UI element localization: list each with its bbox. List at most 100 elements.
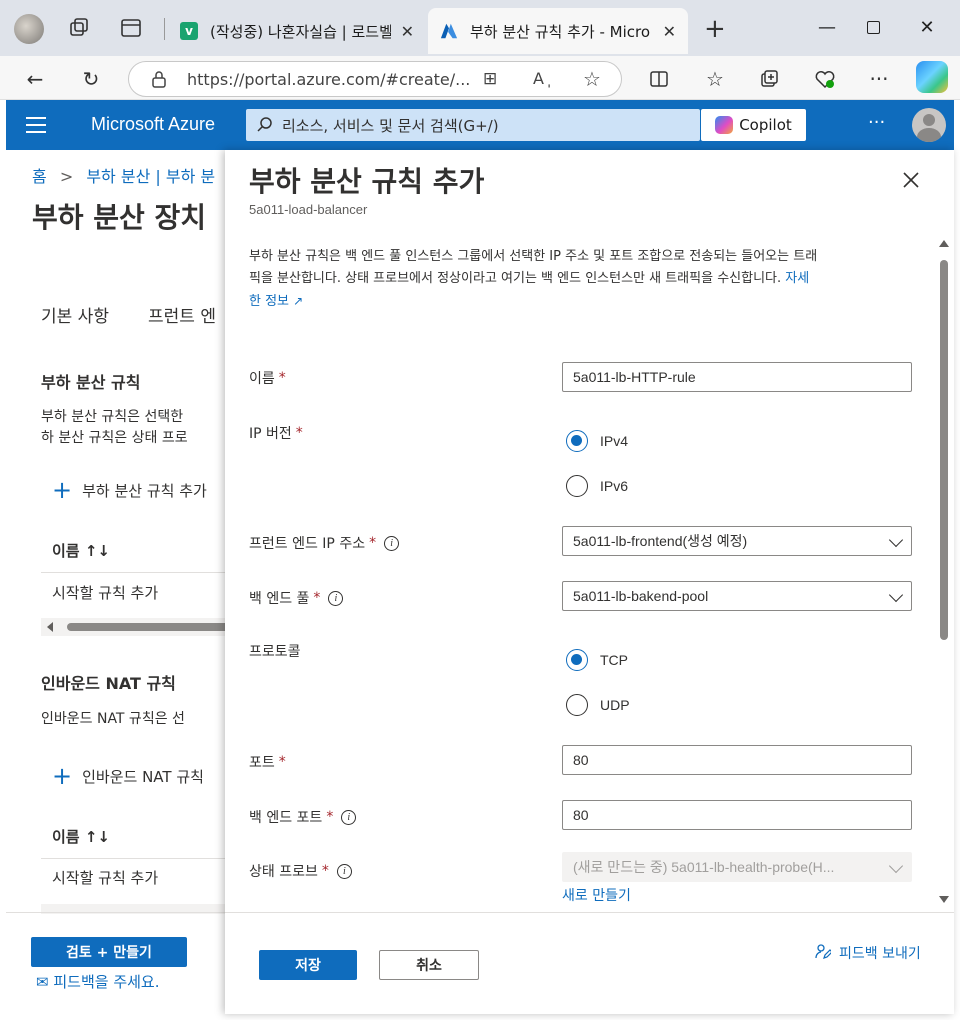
page-title: 부하 분산 장치	[32, 201, 207, 234]
close-window-icon[interactable]: ✕	[904, 12, 950, 42]
info-icon[interactable]: i	[328, 590, 344, 606]
close-icon[interactable]	[901, 170, 921, 190]
cancel-button[interactable]: 취소	[379, 950, 479, 980]
maximize-icon[interactable]	[850, 12, 896, 42]
column-header-name[interactable]: 이름 ↑↓	[52, 826, 110, 847]
tab-basics[interactable]: 기본 사항	[41, 302, 109, 327]
browser-tab-bar: v (작성중) 나혼자실습 | 로드벨 ✕ 부하 분산 규칙 추가 - Micr…	[0, 0, 960, 56]
search-placeholder: 리소스, 서비스 및 문서 검색(G+/)	[282, 116, 499, 135]
refresh-icon[interactable]: ↻	[76, 64, 106, 94]
column-header-name[interactable]: 이름 ↑↓	[52, 540, 110, 561]
more-menu-icon[interactable]: ···	[864, 64, 894, 94]
health-probe-dropdown[interactable]: (새로 만드는 중) 5a011-lb-health-probe(H...	[562, 852, 912, 882]
save-button[interactable]: 저장	[259, 950, 357, 980]
backend-port-input[interactable]: 80	[562, 800, 912, 830]
name-label: 이름 *	[249, 368, 286, 388]
review-create-button[interactable]: 검토 + 만들기	[31, 937, 187, 967]
add-lb-rule-label: 부하 분산 규칙 추가	[82, 481, 207, 500]
scroll-down-icon[interactable]	[939, 896, 949, 903]
browser-tab-2[interactable]: 부하 분산 규칙 추가 - Micro ✕	[428, 8, 688, 54]
learn-more-link[interactable]: 한 정보	[249, 294, 289, 309]
info-icon[interactable]: i	[384, 535, 400, 551]
radio-button[interactable]	[566, 475, 588, 497]
browser-essentials-icon[interactable]	[810, 64, 840, 94]
chevron-down-icon	[888, 532, 904, 548]
section-heading: 인바운드 NAT 규칙	[41, 674, 176, 693]
backend-port-label: 백 엔드 포트 * i	[249, 807, 357, 827]
send-feedback-link[interactable]: 피드백 보내기	[815, 943, 921, 963]
more-options-icon[interactable]: ···	[868, 112, 885, 133]
panel-title: 부하 분산 규칙 추가	[249, 165, 485, 198]
backend-pool-label: 백 엔드 풀 * i	[249, 588, 344, 608]
add-lb-rule-button[interactable]: + 부하 분산 규칙 추가	[52, 476, 207, 504]
back-icon[interactable]: ←	[20, 64, 50, 94]
url-field[interactable]: https://portal.azure.com/#create/... ⊞ A…	[128, 61, 622, 97]
azure-brand[interactable]: Microsoft Azure	[91, 114, 215, 135]
profile-avatar[interactable]	[14, 14, 44, 44]
azure-favicon-icon	[440, 22, 458, 40]
divider	[41, 858, 226, 859]
chevron-down-icon	[888, 858, 904, 874]
global-search-input[interactable]: 리소스, 서비스 및 문서 검색(G+/)	[246, 109, 700, 141]
learn-more-link[interactable]: 자세	[785, 271, 809, 286]
radio-button[interactable]	[566, 694, 588, 716]
copilot-icon	[715, 116, 734, 134]
browser-tab-1[interactable]: v (작성중) 나혼자실습 | 로드벨 ✕	[168, 8, 426, 54]
info-icon[interactable]: i	[336, 863, 352, 879]
close-tab-icon[interactable]: ✕	[663, 22, 676, 41]
backend-port-value: 80	[573, 807, 589, 823]
tab-frontend[interactable]: 프런트 엔	[148, 302, 216, 327]
favorites-icon[interactable]: ☆	[700, 64, 730, 94]
radio-tcp[interactable]: TCP	[566, 649, 628, 671]
hamburger-menu-icon[interactable]	[26, 117, 46, 133]
section-desc: 부하 분산 규칙은 선택한	[41, 409, 184, 425]
user-avatar[interactable]	[912, 108, 946, 142]
radio-button-selected[interactable]	[566, 430, 588, 452]
radio-tcp-label: TCP	[600, 652, 628, 668]
backend-pool-dropdown[interactable]: 5a011-lb-bakend-pool	[562, 581, 912, 611]
minimize-icon[interactable]: —	[804, 12, 850, 42]
add-nat-rule-button[interactable]: + 인바운드 NAT 규칙	[52, 762, 204, 790]
radio-ipv4-label: IPv4	[600, 433, 629, 449]
table-row: 시작할 규칙 추가	[52, 869, 159, 887]
tab-actions-icon[interactable]	[118, 15, 144, 41]
name-input[interactable]: 5a011-lb-HTTP-rule	[562, 362, 912, 392]
new-tab-icon[interactable]: +	[704, 14, 726, 44]
give-feedback-link[interactable]: ✉ 피드백을 주세요.	[36, 971, 160, 992]
frontend-ip-value: 5a011-lb-frontend(생성 예정)	[573, 533, 748, 549]
breadcrumb-item[interactable]: 부하 분산 | 부하 분	[86, 167, 215, 186]
lock-icon[interactable]	[151, 70, 167, 92]
copilot-sidebar-icon[interactable]	[916, 61, 948, 93]
create-new-probe-link[interactable]: 새로 만들기	[562, 885, 631, 905]
horizontal-scrollbar[interactable]	[41, 618, 226, 636]
favorite-star-icon[interactable]: ☆	[583, 67, 601, 91]
required-mark: *	[326, 809, 334, 825]
radio-ipv4[interactable]: IPv4	[566, 430, 628, 452]
plus-icon: +	[52, 476, 73, 504]
radio-udp[interactable]: UDP	[566, 694, 630, 716]
footer-divider	[6, 912, 226, 913]
close-tab-icon[interactable]: ✕	[401, 22, 414, 41]
radio-ipv6[interactable]: IPv6	[566, 475, 628, 497]
copilot-button[interactable]: Copilot	[701, 109, 806, 141]
frontend-ip-label: 프런트 엔드 IP 주소 * i	[249, 533, 400, 553]
health-probe-value: (새로 만드는 중) 5a011-lb-health-probe(H...	[573, 859, 835, 875]
port-label-text: 포트	[249, 755, 275, 771]
app-available-icon[interactable]: ⊞	[483, 69, 497, 89]
frontend-ip-dropdown[interactable]: 5a011-lb-frontend(생성 예정)	[562, 526, 912, 556]
split-screen-icon[interactable]	[644, 64, 674, 94]
breadcrumb: 홈 > 부하 분산 | 부하 분	[32, 163, 215, 187]
breadcrumb-home[interactable]: 홈	[32, 167, 47, 186]
workspaces-icon[interactable]	[66, 15, 92, 41]
panel-footer: 저장 취소 피드백 보내기	[225, 912, 954, 1014]
name-label-text: 이름	[249, 371, 275, 387]
read-aloud-icon[interactable]: Aֽ	[533, 69, 544, 88]
info-icon[interactable]: i	[341, 809, 357, 825]
scrollbar-thumb[interactable]	[940, 260, 948, 640]
radio-button-selected[interactable]	[566, 649, 588, 671]
scroll-up-icon[interactable]	[939, 240, 949, 247]
vertical-scrollbar[interactable]	[937, 240, 951, 910]
port-input[interactable]: 80	[562, 745, 912, 775]
collections-icon[interactable]	[754, 64, 784, 94]
table-row: 시작할 규칙 추가	[52, 584, 159, 602]
